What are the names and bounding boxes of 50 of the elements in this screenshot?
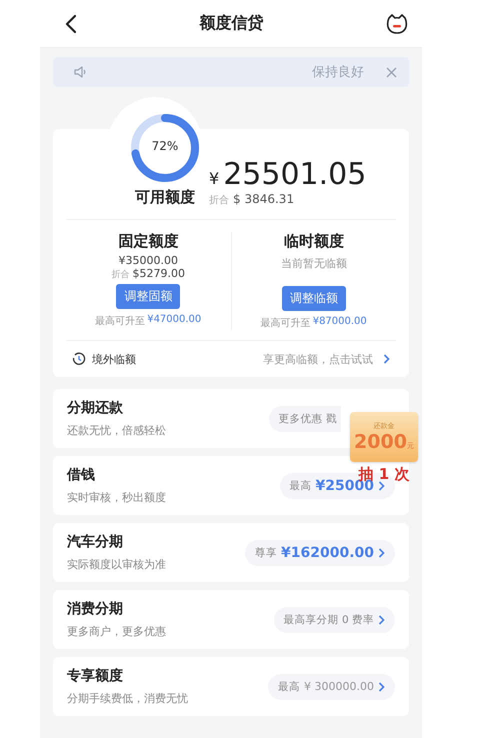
max-label: 最高可升至	[95, 314, 146, 328]
converted-label: 折合	[209, 194, 229, 207]
max-value: ¥47000.00	[147, 314, 202, 327]
product-subtitle: 分期手续费低，消费无忧	[67, 691, 188, 706]
chevron-icon	[378, 480, 385, 490]
limit-amount: ¥35000.00	[118, 254, 178, 267]
chevron-icon	[378, 614, 385, 624]
page-title: 额度信贷	[200, 13, 264, 34]
offer-pill[interactable]: 最高享分期 0 费率	[274, 606, 395, 632]
product-card[interactable]: 消费分期 更多商户，更多优惠 最高享分期 0 费率	[53, 590, 409, 649]
currency-symbol: ¥	[209, 169, 220, 188]
product-title: 借钱	[67, 466, 96, 484]
usage-percent: 72%	[150, 139, 180, 153]
product-subtitle: 更多商户，更多优惠	[67, 624, 166, 639]
product-card[interactable]: 汽车分期 实际额度以审核为准 尊享 ¥162000.00	[53, 523, 409, 582]
adjust-button[interactable]: 调整固额	[116, 284, 180, 309]
limit-note: 当前暂无临额	[280, 256, 347, 271]
product-subtitle: 实时审核，秒出额度	[67, 490, 166, 505]
available-label: 可用额度	[135, 188, 195, 207]
cat-face-icon[interactable]	[386, 14, 408, 34]
notice-text: 保持良好	[312, 64, 364, 81]
product-subtitle: 还款无忧，倍感轻松	[67, 423, 166, 438]
offer-pill[interactable]: 更多优惠 戳	[268, 406, 341, 432]
offer-pill[interactable]: 尊享 ¥162000.00	[245, 540, 395, 566]
product-subtitle: 实际额度以审核为准	[67, 557, 166, 572]
max-label: 最高可升至	[260, 316, 311, 330]
converted-label: 折合	[112, 268, 130, 281]
limit-title: 临时额度	[284, 232, 344, 251]
product-title: 专享额度	[67, 667, 124, 685]
limit-title: 固定额度	[118, 232, 178, 251]
available-amount: 25501.05	[223, 158, 366, 192]
adjust-button[interactable]: 调整临额	[282, 286, 346, 311]
clock-icon	[72, 352, 86, 366]
overseas-label: 境外临额	[92, 352, 136, 366]
product-card[interactable]: 专享额度 分期手续费低，消费无忧 最高 ¥ 300000.00	[53, 657, 409, 716]
chevron-icon	[378, 548, 385, 558]
overseas-row[interactable]: 境外临额 享更高临额，点击试试	[66, 341, 396, 377]
product-title: 汽车分期	[67, 533, 124, 551]
converted-amount: $ 3846.31	[233, 192, 294, 206]
back-icon[interactable]	[65, 14, 77, 34]
chevron-icon	[378, 682, 385, 692]
max-value: ¥87000.00	[312, 316, 367, 329]
product-title: 消费分期	[67, 600, 124, 618]
overseas-hint: 享更高临额，点击试试	[263, 352, 373, 366]
product-title: 分期还款	[67, 399, 124, 417]
speaker-icon	[73, 65, 87, 79]
offer-pill[interactable]: 最高 ¥ 300000.00	[268, 674, 395, 700]
usage-ring	[129, 112, 201, 184]
converted-amount: $5279.00	[132, 267, 185, 280]
chevron-icon	[383, 354, 390, 364]
